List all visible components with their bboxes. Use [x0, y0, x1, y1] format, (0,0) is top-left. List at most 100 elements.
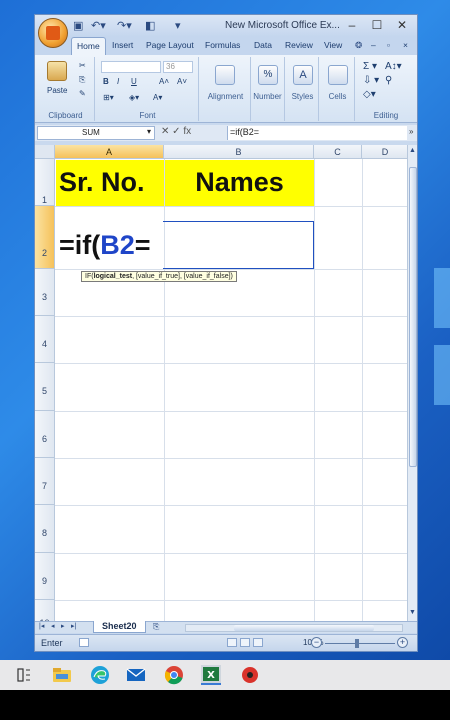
cell-a2-editing[interactable]: =if(B2= [56, 222, 164, 268]
minimize-button[interactable]: – [340, 17, 364, 33]
copy-icon[interactable]: ⎘ [79, 75, 85, 85]
column-header-b[interactable]: B [164, 145, 314, 159]
column-header-d[interactable]: D [362, 145, 407, 159]
redo-icon[interactable]: ↷▾ [117, 19, 132, 33]
close-button[interactable]: ✕ [390, 17, 414, 33]
row-header-3[interactable]: 3 [35, 269, 55, 316]
formula-input[interactable]: =if(B2= [227, 126, 407, 140]
excel-taskbar-icon[interactable]: X [201, 665, 221, 685]
find-select-icon[interactable]: ⚲ [385, 75, 392, 86]
row-header-6[interactable]: 6 [35, 411, 55, 458]
column-header-a[interactable]: A [55, 145, 164, 159]
help-icon[interactable]: ❂ [355, 40, 362, 51]
save-icon[interactable]: ▣ [73, 19, 83, 33]
alignment-group-label[interactable]: Alignment [201, 92, 250, 101]
file-explorer-icon[interactable] [52, 665, 72, 685]
tab-page-layout[interactable]: Page Layout [146, 40, 194, 50]
expand-formula-bar-icon[interactable]: » [409, 127, 413, 136]
ribbon-minimize-icon[interactable]: – [371, 40, 376, 50]
font-size-select[interactable]: 36 [163, 61, 193, 73]
next-sheet-icon[interactable]: ▸ [61, 622, 65, 630]
prev-sheet-icon[interactable]: ◂ [51, 622, 55, 630]
view-page-break-icon[interactable] [253, 638, 263, 647]
alignment-icon[interactable] [215, 65, 235, 85]
row-header-2[interactable]: 2 [35, 206, 55, 269]
tab-data[interactable]: Data [254, 40, 272, 50]
horizontal-scroll-thumb[interactable] [234, 625, 374, 631]
worksheet-grid[interactable]: A B C D 1 2 3 4 5 6 7 8 9 10 [35, 145, 407, 621]
tab-review[interactable]: Review [285, 40, 313, 50]
undo-icon[interactable]: ↶▾ [91, 19, 106, 33]
last-sheet-icon[interactable]: ▸| [71, 622, 76, 630]
cells-icon[interactable] [328, 65, 348, 85]
sheet-tab[interactable]: Sheet20 [93, 621, 146, 633]
cell-a1[interactable]: Sr. No. [56, 160, 164, 206]
clear-icon[interactable]: ◇▾ [363, 89, 376, 100]
mail-icon[interactable] [126, 665, 146, 685]
tab-home[interactable]: Home [71, 37, 106, 55]
name-box-dropdown-icon[interactable]: ▾ [147, 127, 151, 136]
underline-icon[interactable]: U [131, 77, 137, 86]
row-header-8[interactable]: 8 [35, 505, 55, 553]
row-header-4[interactable]: 4 [35, 316, 55, 363]
zoom-slider-thumb[interactable] [355, 639, 359, 648]
bold-icon[interactable]: B [103, 77, 109, 86]
ribbon-restore-icon[interactable]: ▫ [387, 40, 390, 50]
paste-icon[interactable] [47, 61, 67, 81]
row-header-9[interactable]: 9 [35, 553, 55, 600]
chrome-icon[interactable] [164, 665, 184, 685]
tooltip-current-argument[interactable]: logical_test [94, 273, 133, 280]
qat-dropdown-icon[interactable]: ▾ [175, 19, 181, 33]
percent-icon[interactable]: % [258, 65, 278, 85]
format-painter-icon[interactable]: ✎ [79, 89, 86, 98]
first-sheet-icon[interactable]: |◂ [39, 622, 44, 630]
cells-group-label[interactable]: Cells [321, 92, 354, 101]
tab-view[interactable]: View [324, 40, 342, 50]
view-normal-icon[interactable] [227, 638, 237, 647]
horizontal-scrollbar[interactable] [185, 624, 403, 632]
screen-recorder-icon[interactable] [240, 665, 260, 685]
styles-group-label[interactable]: Styles [287, 92, 318, 101]
borders-icon[interactable]: ⊞▾ [103, 93, 114, 102]
insert-sheet-icon[interactable]: ⎘ [153, 622, 159, 632]
scroll-down-icon[interactable]: ▼ [409, 609, 416, 616]
row-header-10[interactable]: 10 [35, 600, 55, 621]
task-view-icon[interactable] [14, 665, 34, 685]
select-all-corner[interactable] [35, 145, 55, 159]
office-button[interactable] [38, 18, 68, 48]
tab-insert[interactable]: Insert [112, 40, 133, 50]
column-header-c[interactable]: C [314, 145, 362, 159]
zoom-slider[interactable] [325, 643, 395, 644]
formula-bar-buttons[interactable]: ✕ ✓ fx [161, 126, 191, 137]
cell-b1[interactable]: Names [165, 160, 314, 206]
font-name-select[interactable] [101, 61, 161, 73]
sort-filter-icon[interactable]: A↕▾ [385, 61, 402, 72]
scroll-up-icon[interactable]: ▲ [409, 147, 416, 154]
view-page-layout-icon[interactable] [240, 638, 250, 647]
fill-icon[interactable]: ⇩ ▾ [363, 75, 379, 86]
row-header-7[interactable]: 7 [35, 458, 55, 505]
maximize-button[interactable]: ☐ [365, 17, 389, 33]
tab-formulas[interactable]: Formulas [205, 40, 240, 50]
row-header-1[interactable]: 1 [35, 159, 55, 206]
fill-color-icon[interactable]: ◈▾ [129, 93, 139, 102]
cell-b2-reference-highlight[interactable] [163, 221, 314, 269]
cut-icon[interactable]: ✂ [79, 61, 86, 70]
vertical-scroll-thumb[interactable] [409, 167, 417, 467]
shrink-font-icon[interactable]: A˅ [177, 77, 187, 86]
paste-label[interactable]: Paste [47, 86, 67, 95]
styles-icon[interactable]: A [293, 65, 313, 85]
vertical-scrollbar[interactable]: ▲ ▼ [407, 145, 417, 621]
name-box[interactable]: SUM [37, 126, 155, 140]
macro-record-icon[interactable] [79, 638, 89, 647]
autosum-icon[interactable]: Σ ▾ [363, 61, 377, 72]
italic-icon[interactable]: I [117, 77, 119, 86]
grow-font-icon[interactable]: A˄ [159, 77, 169, 86]
font-color-icon[interactable]: A▾ [153, 93, 162, 102]
quick-access-custom-icon[interactable]: ◧ [145, 19, 155, 33]
ribbon-close-icon[interactable]: × [403, 40, 408, 50]
zoom-in-icon[interactable]: + [397, 637, 408, 648]
zoom-out-icon[interactable]: − [311, 637, 322, 648]
edge-browser-icon[interactable] [90, 665, 110, 685]
row-header-5[interactable]: 5 [35, 363, 55, 411]
